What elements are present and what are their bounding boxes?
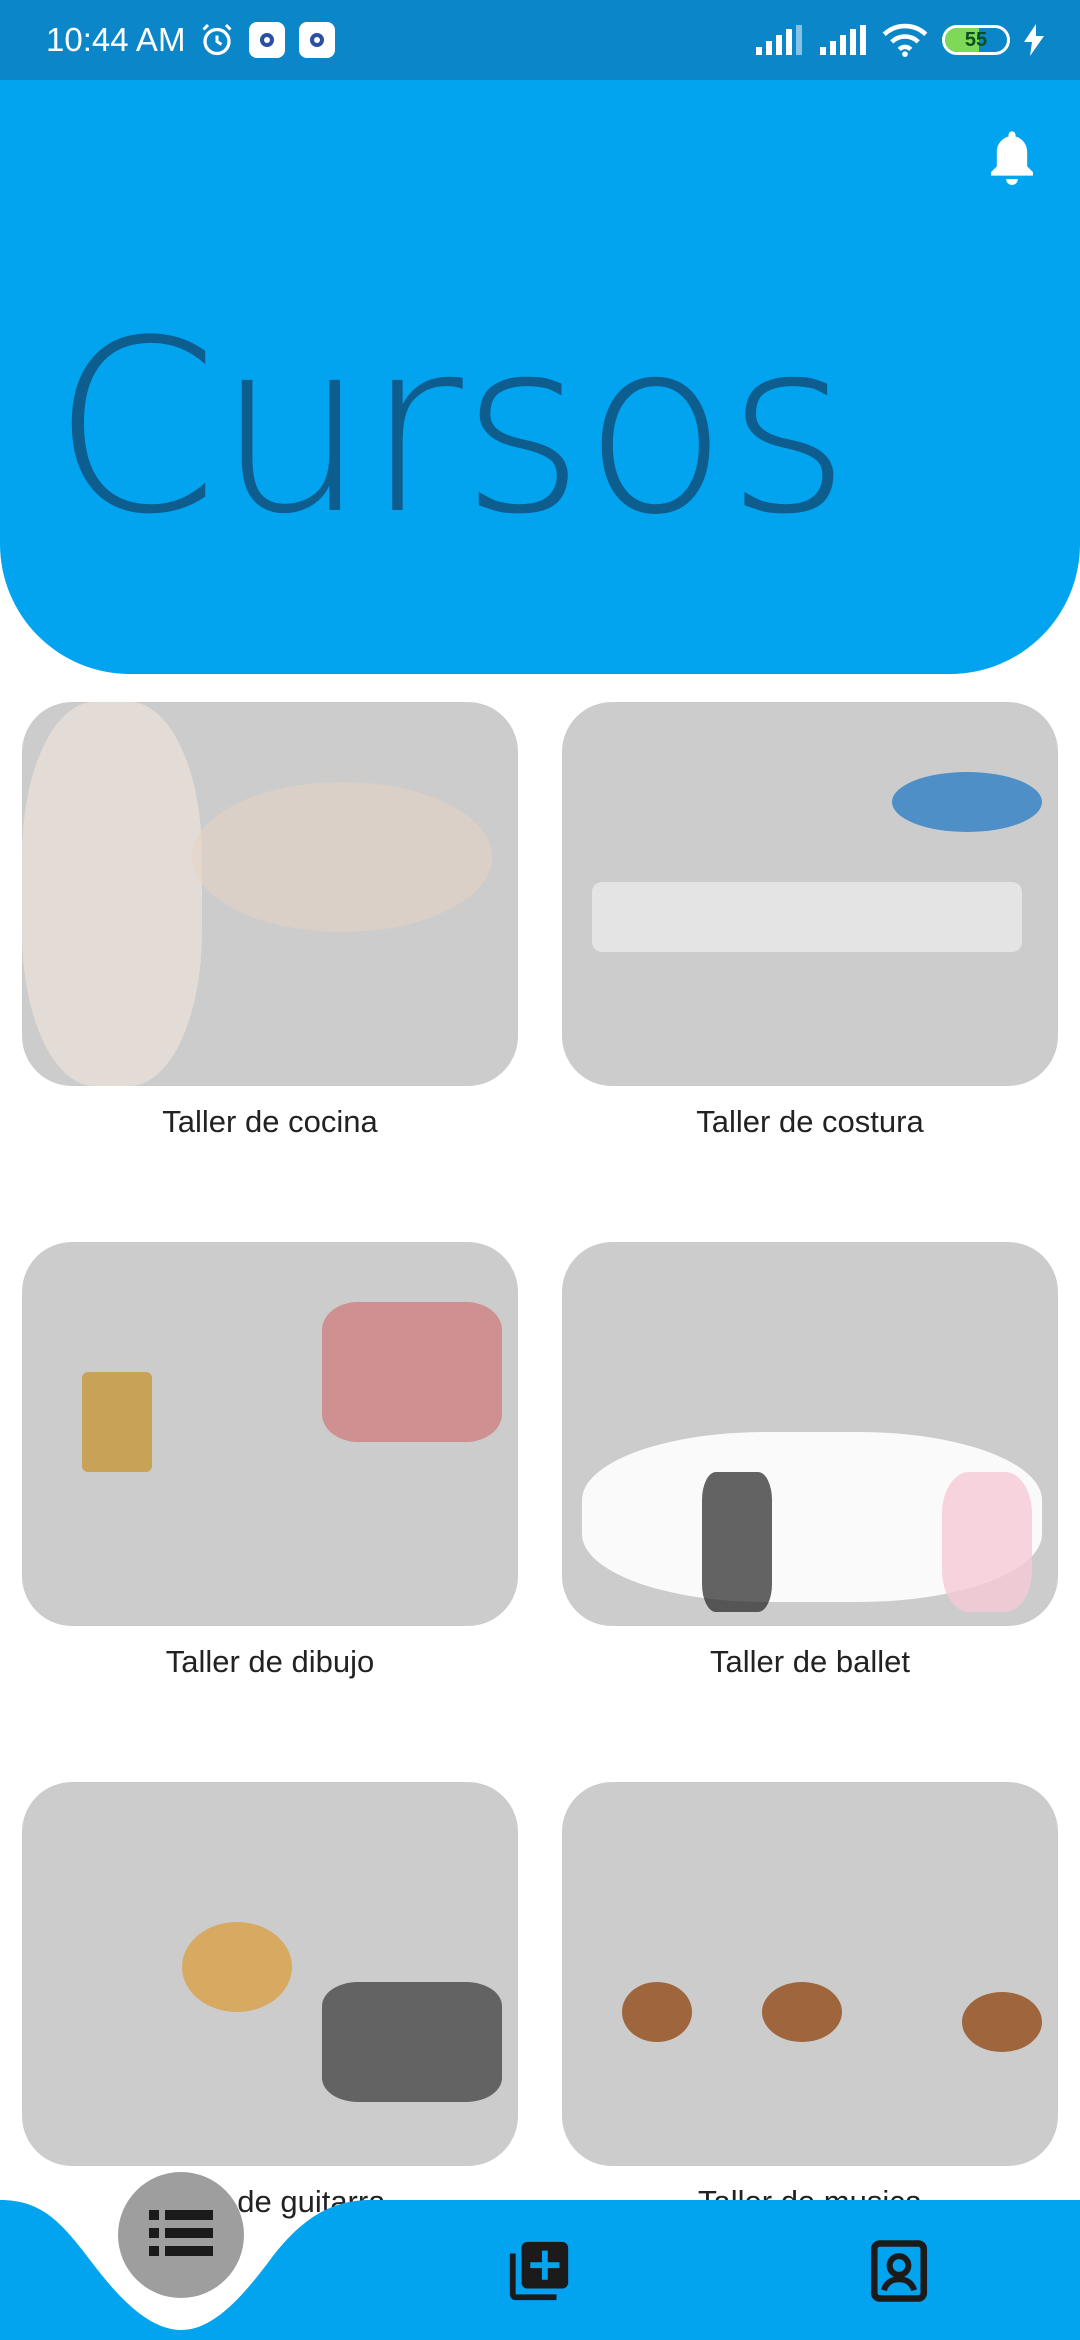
course-label: Taller de dibujo (165, 1644, 375, 1679)
list-icon (149, 2209, 213, 2261)
app-notification-icon (299, 22, 336, 58)
status-bar: 10:44 AM 55 (0, 0, 1080, 80)
course-image[interactable] (22, 1242, 518, 1626)
course-label: Taller de costura (696, 1104, 924, 1139)
course-card-guitarra[interactable]: Taller de guitarra (22, 1782, 518, 2220)
bottom-navigation (0, 2172, 1080, 2340)
course-label: Taller de cocina (162, 1104, 378, 1139)
battery-level: 55 (964, 28, 988, 51)
charging-icon (1024, 24, 1044, 56)
alarm-icon (199, 22, 235, 58)
app-notification-icon (249, 22, 286, 58)
header: Cursos (0, 80, 1080, 674)
profile-nav-button[interactable] (864, 2238, 934, 2308)
add-course-nav-button[interactable] (504, 2238, 574, 2308)
page-title: Cursos (52, 290, 850, 567)
contact-profile-icon (866, 2238, 932, 2309)
course-card-ballet[interactable]: Taller de ballet (562, 1242, 1058, 1680)
wifi-icon (882, 23, 928, 57)
signal-icon (754, 25, 804, 55)
course-image[interactable] (562, 1782, 1058, 2166)
course-image[interactable] (22, 702, 518, 1086)
battery-icon: 55 (942, 25, 1010, 55)
list-nav-button[interactable] (118, 2172, 244, 2298)
course-label: Taller de ballet (710, 1644, 910, 1679)
course-image[interactable] (562, 702, 1058, 1086)
signal-icon (818, 25, 868, 55)
notification-bell-icon[interactable] (984, 126, 1040, 193)
course-card-musica[interactable]: Taller de musica (562, 1782, 1058, 2220)
course-card-costura[interactable]: Taller de costura (562, 702, 1058, 1140)
course-image[interactable] (562, 1242, 1058, 1626)
course-card-dibujo[interactable]: Taller de dibujo (22, 1242, 518, 1680)
status-time: 10:44 AM (46, 21, 186, 58)
add-box-icon (504, 2236, 574, 2311)
course-card-cocina[interactable]: Taller de cocina (22, 702, 518, 1140)
course-image[interactable] (22, 1782, 518, 2166)
